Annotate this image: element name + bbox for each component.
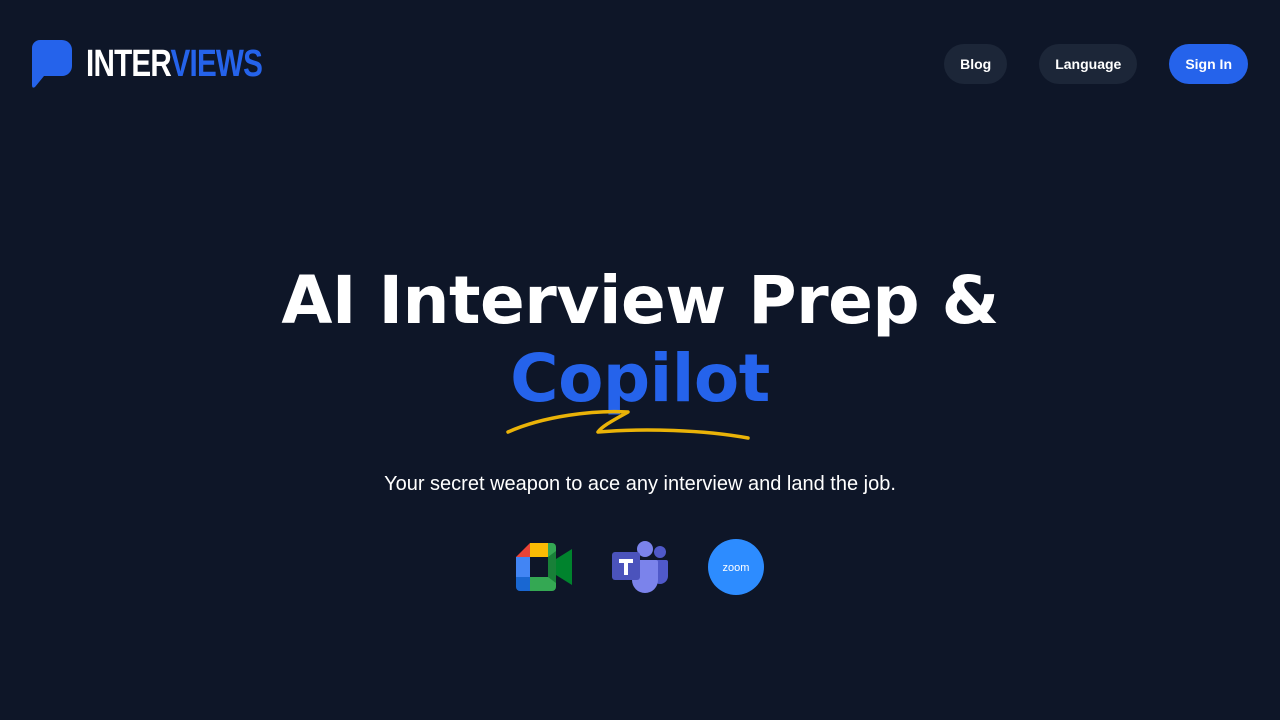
brand-name-part1: INTER xyxy=(86,43,171,85)
sign-in-button[interactable]: Sign In xyxy=(1169,44,1248,84)
hero-title: AI Interview Prep & Copilot xyxy=(0,262,1280,440)
hero-title-line2: Copilot xyxy=(0,340,1280,440)
brand-logo[interactable]: INTERVIEWS xyxy=(32,40,312,88)
site-header: INTERVIEWS Blog Language Sign In xyxy=(0,0,1280,128)
zoom-icon: zoom xyxy=(708,539,764,595)
top-nav: Blog Language Sign In xyxy=(912,44,1248,84)
hero-section: AI Interview Prep & Copilot xyxy=(0,262,1280,440)
brand-wordmark: INTERVIEWS xyxy=(86,43,263,85)
platform-zoom: zoom xyxy=(708,538,764,596)
platform-logos: zoom xyxy=(0,538,1280,596)
speech-bubble-icon xyxy=(32,40,72,88)
zoom-label: zoom xyxy=(723,562,750,574)
blog-button[interactable]: Blog xyxy=(944,44,1008,84)
language-button[interactable]: Language xyxy=(1039,44,1138,84)
google-meet-icon xyxy=(516,543,572,591)
platform-microsoft-teams xyxy=(612,538,668,596)
hero-title-line1: AI Interview Prep & xyxy=(281,262,999,339)
hero-title-accent: Copilot xyxy=(510,340,770,417)
hero-subtitle: Your secret weapon to ace any interview … xyxy=(384,473,896,495)
brand-name-part2: VIEWS xyxy=(170,43,263,85)
hero-title-accent-wrap: Copilot xyxy=(506,340,770,440)
landing-page: INTERVIEWS Blog Language Sign In AI Inte… xyxy=(0,0,1280,720)
platform-google-meet xyxy=(516,538,572,596)
microsoft-teams-icon xyxy=(612,541,668,593)
